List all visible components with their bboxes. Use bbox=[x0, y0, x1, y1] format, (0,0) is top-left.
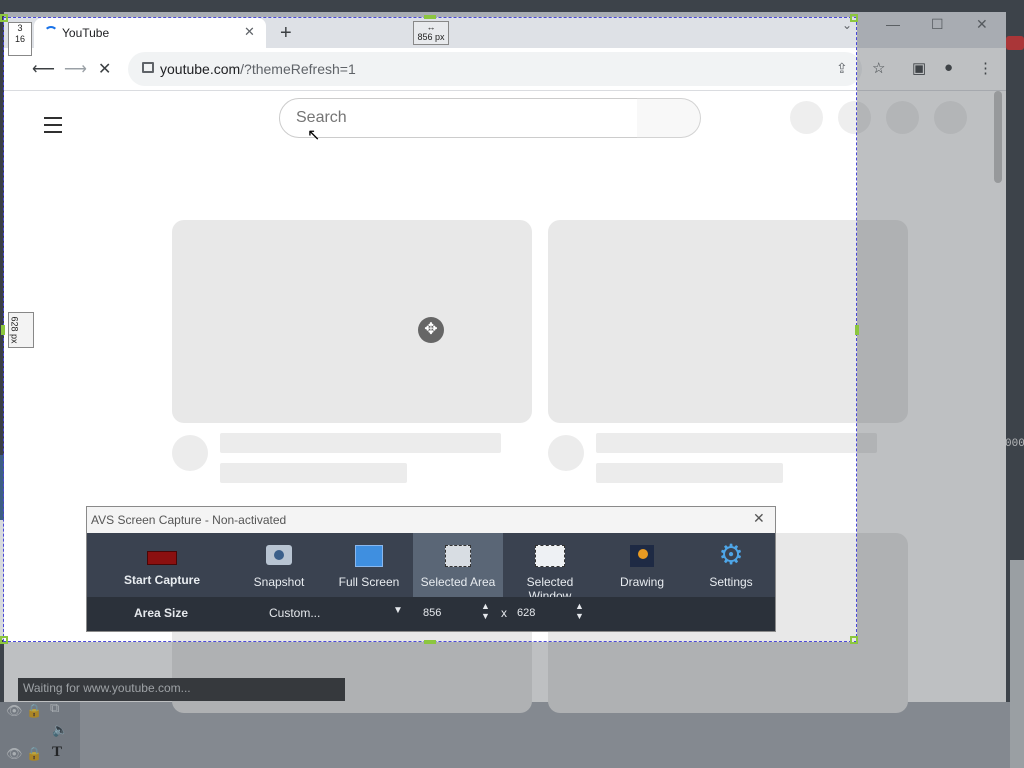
area-preset-select[interactable]: Custom... bbox=[269, 606, 320, 620]
settings-button[interactable]: ⚙ Settings bbox=[687, 533, 775, 597]
drawing-label: Drawing bbox=[619, 575, 664, 589]
height-value: 628 bbox=[517, 607, 536, 619]
snapshot-label: Snapshot bbox=[253, 575, 305, 589]
resize-handle-top[interactable] bbox=[424, 15, 436, 19]
corner-position-indicator: 3 16 bbox=[8, 22, 32, 56]
selected-window-icon bbox=[535, 545, 565, 567]
corner-y: 16 bbox=[14, 34, 25, 44]
drawing-icon bbox=[630, 545, 654, 567]
corner-x: 3 bbox=[17, 23, 23, 33]
area-size-bar: Area Size Custom... ▼ 856 ▲ ▼ x 628 ▲ ▼ bbox=[87, 597, 775, 631]
selected-window-button[interactable]: Selected Window bbox=[505, 533, 595, 603]
avs-close-icon[interactable]: ✕ bbox=[753, 510, 765, 527]
height-stepper-icon[interactable]: ▲ ▼ bbox=[575, 601, 584, 621]
full-screen-button[interactable]: Full Screen bbox=[325, 533, 413, 597]
gear-icon: ⚙ bbox=[718, 539, 744, 570]
cursor-arrow-icon: ↖ bbox=[307, 127, 321, 144]
times-symbol: x bbox=[501, 606, 507, 620]
width-indicator-label: 856 px bbox=[417, 32, 445, 42]
snapshot-button[interactable]: Snapshot bbox=[235, 533, 323, 597]
camera-icon bbox=[266, 545, 292, 565]
avs-capture-panel: AVS Screen Capture - Non-activated ✕ Sta… bbox=[86, 506, 776, 632]
width-field[interactable]: 856 bbox=[423, 603, 441, 623]
width-value: 856 bbox=[423, 607, 442, 619]
drawing-button[interactable]: Drawing bbox=[597, 533, 687, 597]
move-icon[interactable]: ✥ bbox=[418, 317, 444, 343]
area-size-label: Area Size bbox=[134, 606, 189, 620]
selected-area-label: Selected Area bbox=[420, 575, 496, 589]
resize-handle-bottom-left[interactable] bbox=[0, 636, 8, 644]
width-indicator: ↔ 856 px bbox=[413, 21, 449, 45]
area-preset-value: Custom... bbox=[269, 606, 321, 620]
selected-area-button[interactable]: Selected Area bbox=[413, 533, 503, 597]
avs-title: AVS Screen Capture - Non-activated bbox=[91, 513, 287, 527]
start-capture-button[interactable]: Start Capture bbox=[117, 533, 207, 597]
selected-area-icon bbox=[445, 545, 471, 567]
dim-overlay bbox=[0, 642, 857, 768]
dim-overlay bbox=[857, 0, 1024, 768]
height-indicator: 628 px bbox=[8, 312, 34, 348]
chevron-down-icon[interactable]: ▼ bbox=[393, 605, 403, 616]
record-icon bbox=[147, 551, 177, 565]
height-indicator-label: 628 px bbox=[9, 316, 20, 344]
resize-handle-bottom[interactable] bbox=[424, 640, 436, 644]
resize-handle-left[interactable] bbox=[1, 325, 5, 335]
full-screen-label: Full Screen bbox=[338, 575, 400, 589]
avs-toolbar: Start Capture Snapshot Full Screen Selec… bbox=[87, 533, 775, 603]
resize-handle-top-right[interactable] bbox=[850, 14, 858, 22]
height-field[interactable]: 628 bbox=[517, 603, 535, 623]
width-stepper-icon[interactable]: ▲ ▼ bbox=[481, 601, 490, 621]
full-screen-icon bbox=[355, 545, 383, 567]
resize-handle-bottom-right[interactable] bbox=[850, 636, 858, 644]
start-capture-label: Start Capture bbox=[123, 573, 200, 587]
resize-handle-top-left[interactable] bbox=[0, 14, 8, 22]
resize-handle-right[interactable] bbox=[855, 325, 859, 335]
settings-label: Settings bbox=[709, 575, 753, 589]
